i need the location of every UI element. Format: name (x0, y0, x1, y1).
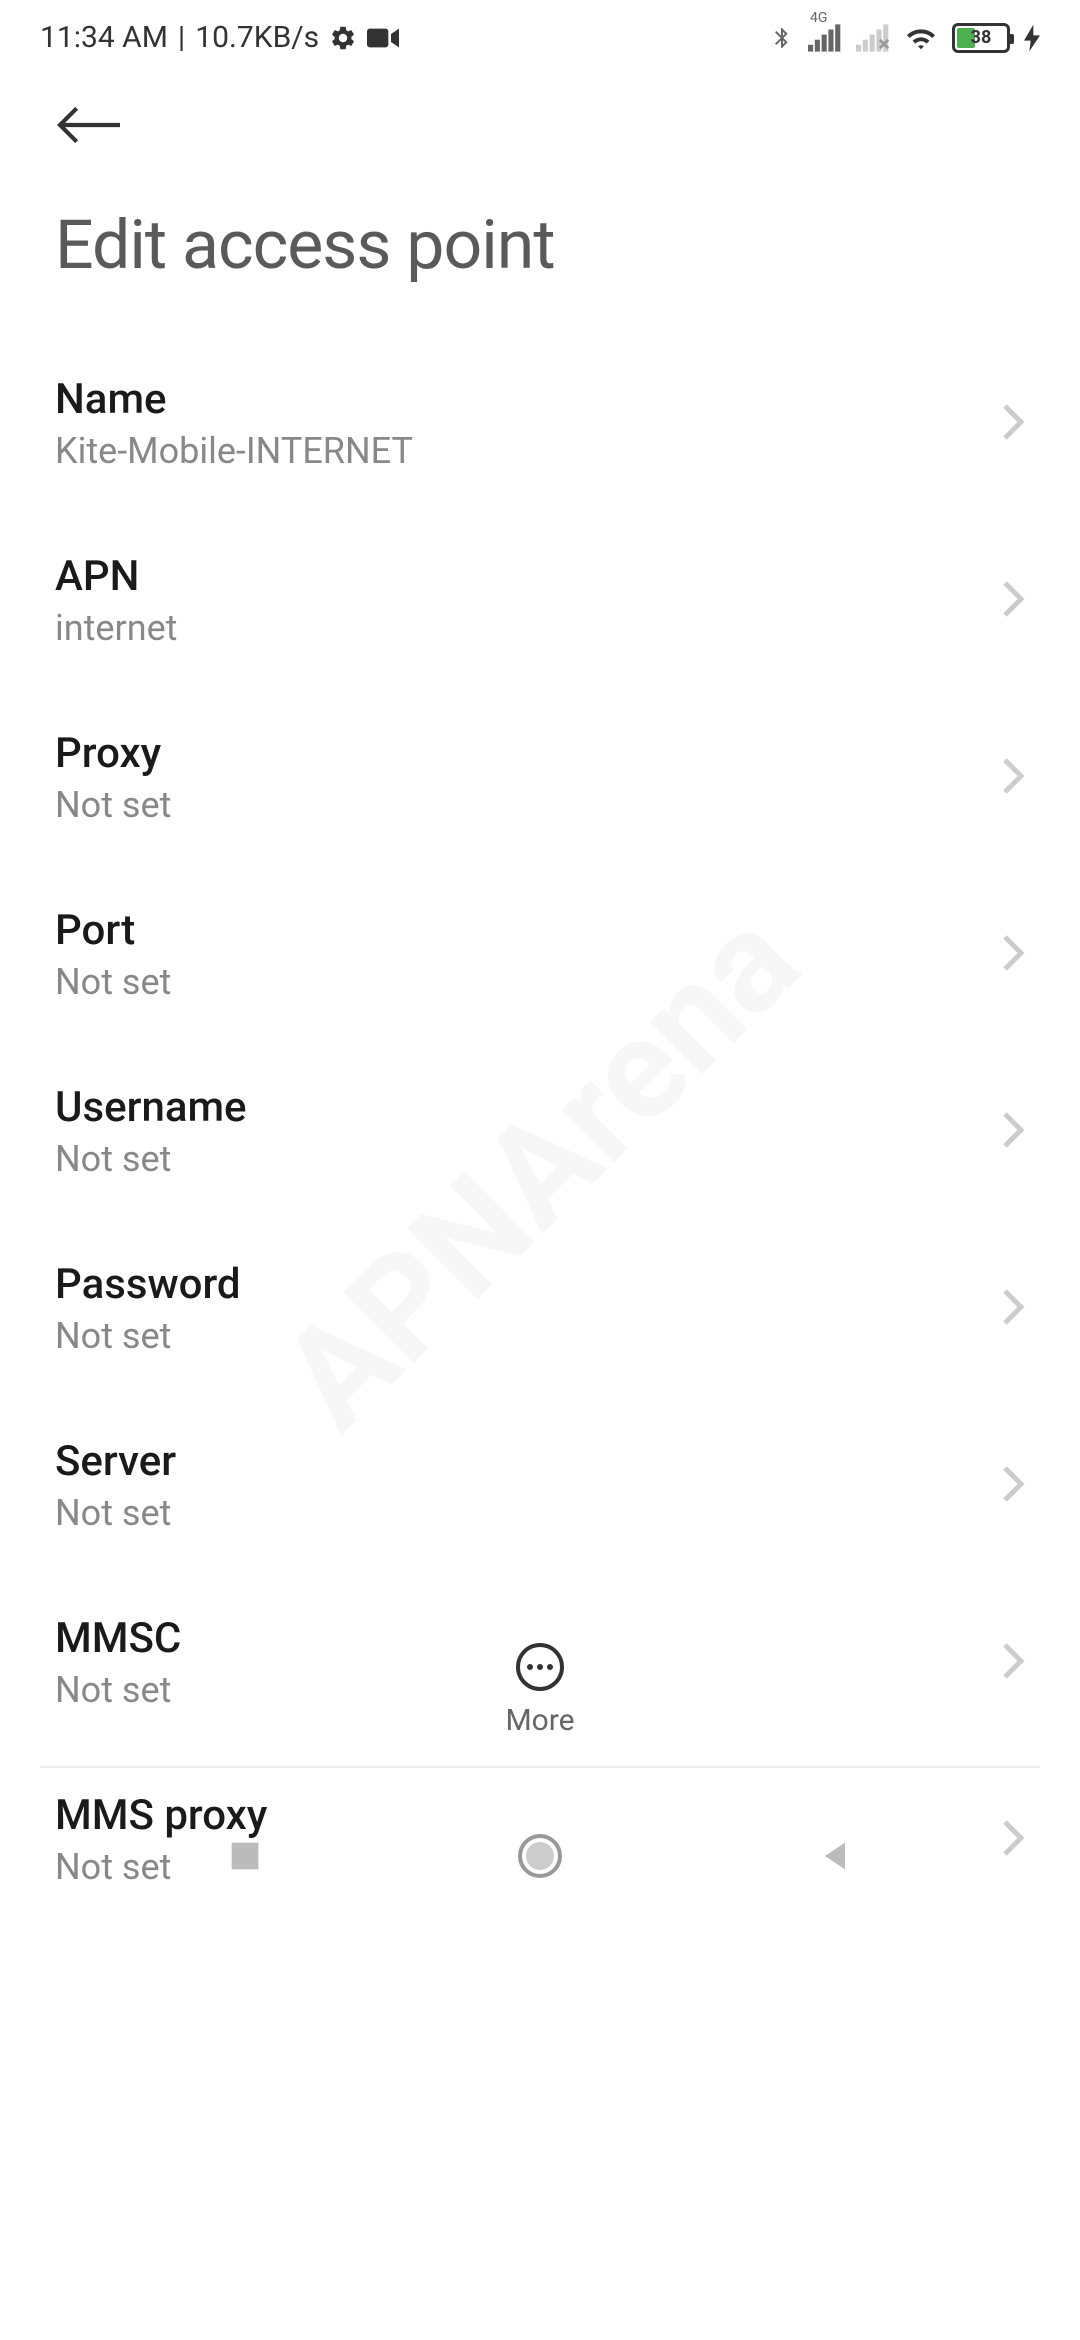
setting-label: Port (55, 906, 1001, 955)
setting-label: Server (55, 1437, 1001, 1486)
setting-label: Proxy (55, 729, 1001, 778)
status-right: 4G 38 (770, 22, 1040, 54)
setting-item-apn[interactable]: APN internet (55, 512, 1025, 689)
battery-percent: 38 (955, 27, 1007, 48)
setting-item-password[interactable]: Password Not set (55, 1220, 1025, 1397)
navigation-bar (0, 1788, 1080, 1928)
setting-value: Not set (55, 784, 1001, 826)
signal-icon-4g: 4G (808, 24, 842, 52)
page-title: Edit access point (55, 205, 1025, 285)
gear-icon (329, 24, 357, 52)
setting-item-proxy[interactable]: Proxy Not set (55, 689, 1025, 866)
chevron-right-icon (1001, 1464, 1025, 1508)
back-button[interactable] (55, 95, 125, 155)
divider (40, 1766, 1040, 1768)
bluetooth-icon (770, 22, 794, 54)
setting-label: Name (55, 375, 1001, 424)
battery-icon: 38 (952, 23, 1010, 53)
setting-item-name[interactable]: Name Kite-Mobile-INTERNET (55, 335, 1025, 512)
chevron-right-icon (1001, 1287, 1025, 1331)
setting-label: Username (55, 1083, 1001, 1132)
header: Edit access point (0, 65, 1080, 285)
chevron-right-icon (1001, 756, 1025, 800)
nav-back-button[interactable] (815, 1836, 855, 1880)
setting-label: APN (55, 552, 1001, 601)
nav-recent-button[interactable] (225, 1836, 265, 1880)
setting-label: Password (55, 1260, 1001, 1309)
setting-value: internet (55, 607, 1001, 649)
setting-item-server[interactable]: Server Not set (55, 1397, 1025, 1574)
status-left: 11:34 AM | 10.7KB/s (40, 20, 399, 55)
setting-value: Not set (55, 1138, 1001, 1180)
chevron-right-icon (1001, 933, 1025, 977)
setting-item-port[interactable]: Port Not set (55, 866, 1025, 1043)
charging-icon (1024, 24, 1040, 52)
setting-value: Not set (55, 1315, 1001, 1357)
status-time: 11:34 AM (40, 20, 168, 55)
setting-item-username[interactable]: Username Not set (55, 1043, 1025, 1220)
setting-value: Kite-Mobile-INTERNET (55, 430, 1001, 472)
status-data-rate: 10.7KB/s (195, 20, 319, 55)
camera-icon (367, 26, 399, 50)
chevron-right-icon (1001, 402, 1025, 446)
signal-icon-2 (856, 24, 890, 52)
status-separator: | (178, 20, 185, 55)
setting-value: Not set (55, 1492, 1001, 1534)
nav-home-button[interactable] (516, 1832, 564, 1884)
wifi-icon (904, 24, 938, 52)
more-button[interactable]: More (0, 1643, 1080, 1738)
more-icon (516, 1643, 564, 1691)
more-label: More (505, 1703, 574, 1738)
status-bar: 11:34 AM | 10.7KB/s 4G (0, 0, 1080, 65)
setting-value: Not set (55, 961, 1001, 1003)
chevron-right-icon (1001, 1110, 1025, 1154)
chevron-right-icon (1001, 579, 1025, 623)
